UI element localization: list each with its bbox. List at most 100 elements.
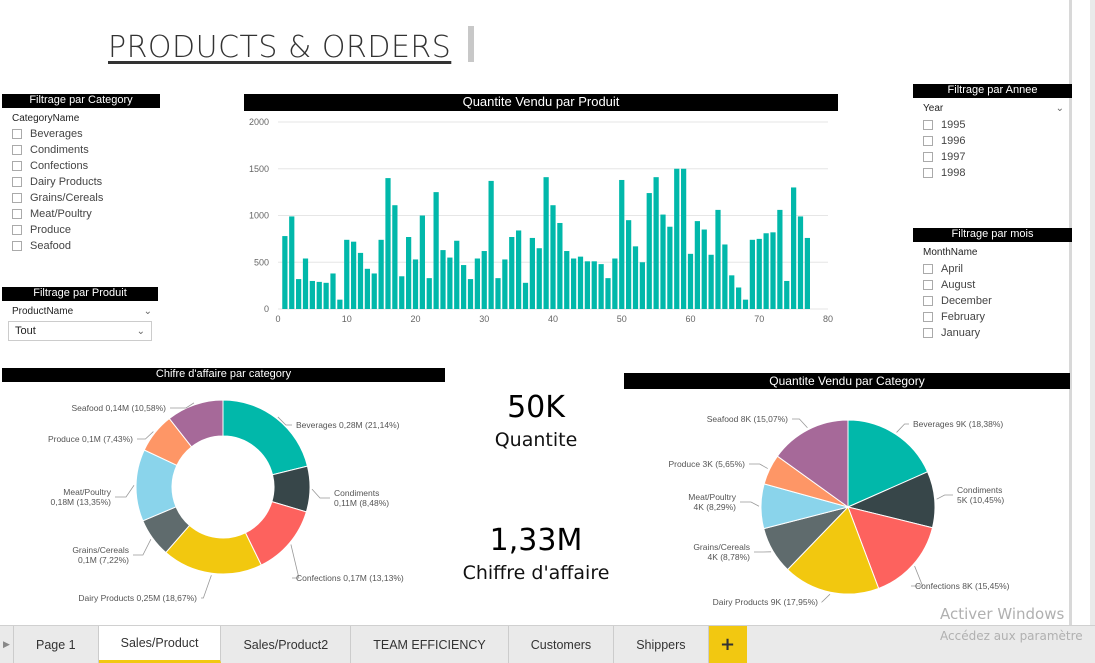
bar[interactable]	[289, 216, 295, 309]
checkbox[interactable]	[12, 161, 22, 171]
bar[interactable]	[296, 279, 302, 309]
bar[interactable]	[660, 214, 666, 309]
checkbox[interactable]	[923, 296, 933, 306]
bar[interactable]	[481, 251, 487, 309]
bar[interactable]	[756, 238, 762, 309]
bar[interactable]	[433, 192, 439, 309]
bar[interactable]	[467, 279, 474, 309]
checkbox[interactable]	[12, 241, 22, 251]
bar[interactable]	[536, 248, 542, 309]
bar[interactable]	[749, 239, 755, 309]
bar[interactable]	[639, 262, 645, 309]
tab-sales-product2[interactable]: Sales/Product2	[221, 626, 352, 663]
add-page-button[interactable]: +	[708, 626, 747, 663]
category-option-beverages[interactable]: Beverages	[12, 126, 160, 142]
bar[interactable]	[309, 280, 315, 309]
checkbox[interactable]	[923, 280, 933, 290]
bar[interactable]	[681, 168, 687, 309]
category-option-grains-cereals[interactable]: Grains/Cereals	[12, 190, 160, 206]
bar[interactable]	[777, 209, 783, 309]
checkbox[interactable]	[923, 312, 933, 322]
bar[interactable]	[694, 221, 700, 309]
month-option-august[interactable]: August	[923, 277, 1072, 293]
tab-scroll-arrow-icon[interactable]: ▶	[0, 626, 14, 663]
bar[interactable]	[653, 177, 659, 309]
bar[interactable]	[399, 276, 405, 309]
bar[interactable]	[598, 264, 604, 309]
bar[interactable]	[584, 261, 590, 309]
bar[interactable]	[282, 236, 288, 309]
category-option-produce[interactable]: Produce	[12, 222, 160, 238]
chevron-down-icon[interactable]: ⌄	[1056, 103, 1064, 114]
bar[interactable]	[406, 237, 412, 309]
slice-beverages[interactable]	[222, 399, 309, 476]
bar[interactable]	[804, 237, 810, 309]
category-option-seafood[interactable]: Seafood	[12, 238, 160, 254]
month-option-january[interactable]: January	[923, 325, 1072, 341]
bar[interactable]	[646, 193, 652, 309]
bar[interactable]	[715, 209, 721, 309]
bar[interactable]	[516, 230, 522, 309]
bar[interactable]	[337, 299, 343, 309]
bar[interactable]	[351, 241, 357, 309]
bar[interactable]	[687, 253, 694, 309]
bar[interactable]	[736, 287, 742, 309]
checkbox[interactable]	[12, 129, 22, 139]
bar[interactable]	[330, 273, 336, 309]
tab-sales-product[interactable]: Sales/Product	[98, 626, 222, 663]
bar[interactable]	[571, 258, 577, 309]
bar[interactable]	[770, 232, 776, 309]
bar[interactable]	[378, 239, 384, 309]
bar[interactable]	[632, 246, 639, 309]
tab-page-1[interactable]: Page 1	[14, 626, 99, 663]
year-option-1997[interactable]: 1997	[923, 149, 1072, 165]
checkbox[interactable]	[12, 225, 22, 235]
year-option-1996[interactable]: 1996	[923, 133, 1072, 149]
bar[interactable]	[701, 229, 707, 309]
bar[interactable]	[612, 258, 618, 309]
category-option-dairy-products[interactable]: Dairy Products	[12, 174, 160, 190]
checkbox[interactable]	[923, 152, 933, 162]
bar[interactable]	[742, 299, 749, 309]
bar[interactable]	[557, 222, 563, 309]
bar[interactable]	[509, 237, 515, 309]
tab-customers[interactable]: Customers	[509, 626, 615, 663]
checkbox[interactable]	[923, 136, 933, 146]
chevron-down-icon[interactable]: ⌄	[144, 306, 152, 317]
checkbox[interactable]	[923, 328, 933, 338]
bar[interactable]	[474, 258, 480, 309]
bar[interactable]	[426, 278, 432, 309]
bar[interactable]	[791, 187, 797, 309]
checkbox[interactable]	[12, 177, 22, 187]
checkbox[interactable]	[923, 264, 933, 274]
bar[interactable]	[302, 258, 309, 309]
bar[interactable]	[412, 259, 419, 309]
category-option-meat-poultry[interactable]: Meat/Poultry	[12, 206, 160, 222]
bar[interactable]	[674, 168, 680, 309]
bar[interactable]	[529, 237, 535, 309]
bar[interactable]	[447, 257, 453, 309]
bar[interactable]	[323, 282, 329, 309]
bar[interactable]	[577, 256, 584, 309]
checkbox[interactable]	[12, 209, 22, 219]
product-dropdown[interactable]: Tout ⌄	[8, 321, 152, 341]
bar[interactable]	[619, 179, 625, 309]
month-option-april[interactable]: April	[923, 261, 1072, 277]
checkbox[interactable]	[12, 145, 22, 155]
bar[interactable]	[797, 216, 804, 309]
bar[interactable]	[626, 220, 632, 309]
bar[interactable]	[708, 254, 714, 309]
year-option-1995[interactable]: 1995	[923, 117, 1072, 133]
bar[interactable]	[495, 278, 501, 309]
bar[interactable]	[591, 261, 597, 309]
bar[interactable]	[722, 244, 728, 309]
bar[interactable]	[522, 282, 529, 309]
bar[interactable]	[385, 178, 391, 309]
bar[interactable]	[392, 205, 398, 309]
checkbox[interactable]	[923, 120, 933, 130]
bar[interactable]	[488, 180, 494, 309]
category-option-condiments[interactable]: Condiments	[12, 142, 160, 158]
year-option-1998[interactable]: 1998	[923, 165, 1072, 181]
bar[interactable]	[784, 280, 790, 309]
bar[interactable]	[550, 205, 556, 309]
